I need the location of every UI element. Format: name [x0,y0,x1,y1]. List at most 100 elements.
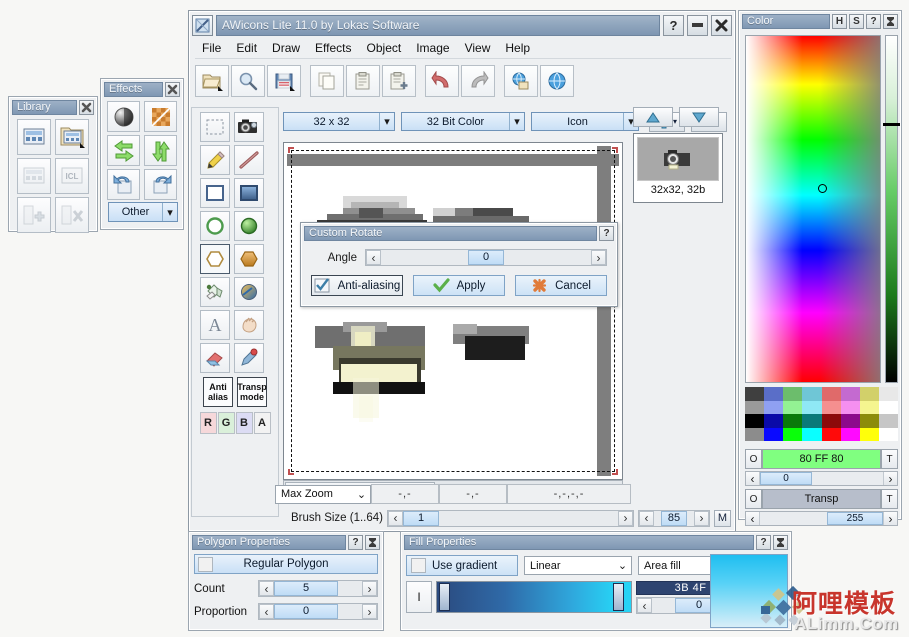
swatch[interactable] [878,427,898,441]
library-new-button[interactable] [17,158,51,194]
rectangle-filled-tool[interactable] [234,178,264,208]
opacity-decrement[interactable] [639,510,654,526]
minimize-button[interactable] [687,14,708,36]
swatch[interactable] [783,400,803,414]
count-increment[interactable] [362,581,377,596]
proportion-spinner[interactable]: 0 [258,603,378,620]
color-swatches[interactable] [745,387,898,441]
swatch[interactable] [764,387,784,401]
line-tool[interactable] [234,145,264,175]
channel-b-toggle[interactable]: B [235,412,253,434]
background-alpha-decrement[interactable] [746,512,760,525]
angle-spinner[interactable]: 0 [365,249,607,266]
library-save-button[interactable] [55,119,89,155]
color-help-button[interactable]: ? [866,14,881,29]
swatch[interactable] [859,400,879,414]
undo-button[interactable] [425,65,459,97]
gradient-bar[interactable] [436,581,632,613]
handle-br[interactable] [612,469,618,475]
foreground-color-value[interactable]: 80 FF 80 [762,449,881,469]
close-button[interactable] [711,14,732,36]
swatch[interactable] [764,400,784,414]
handle-bl[interactable] [288,469,294,475]
ellipse-filled-tool[interactable] [234,211,264,241]
effect-texture-button[interactable] [144,101,177,132]
brush-size-spinner[interactable]: 1 [387,509,634,527]
luminance-slider[interactable] [885,35,898,383]
gradient-fill-tool[interactable] [234,277,264,307]
library-open-button[interactable] [17,119,51,155]
swatch[interactable] [859,387,879,401]
background-opaque-button[interactable]: O [745,489,762,509]
opacity-spinner[interactable]: 85 [638,509,710,527]
swatch[interactable] [878,400,898,414]
menu-item-effects[interactable]: Effects [308,39,358,57]
library-add-button[interactable] [17,197,51,233]
effect-rotate-left-button[interactable] [107,169,140,200]
menu-item-image[interactable]: Image [409,39,456,57]
angle-decrement[interactable] [366,250,381,265]
channel-a-toggle[interactable]: A [253,412,271,434]
anti-aliasing-toggle[interactable]: Anti-aliasing [311,275,403,296]
icon-list[interactable]: 32x32, 32b [633,133,723,203]
library-icl-button[interactable]: ICL [55,158,89,194]
apply-button[interactable]: Apply [413,275,505,296]
brush-size-increment[interactable] [618,510,633,526]
redo-button[interactable] [461,65,495,97]
canvas-area[interactable] [283,142,623,480]
zoom-combo[interactable]: Max Zoom ⌄ [275,484,371,504]
count-decrement[interactable] [259,581,274,596]
paste-button[interactable] [346,65,380,97]
menu-item-object[interactable]: Object [360,39,409,57]
swatch[interactable] [840,400,860,414]
eraser-tool[interactable] [200,343,230,373]
effects-other-combo[interactable]: Other ▾ [108,202,178,222]
swatch[interactable] [859,414,879,428]
swatch[interactable] [802,387,822,401]
swatch[interactable] [878,387,898,401]
move-up-button[interactable] [633,107,673,127]
rectangle-outline-tool[interactable] [200,178,230,208]
swatch[interactable] [745,400,765,414]
fill-help-button[interactable]: ? [756,535,771,550]
swatch[interactable] [802,400,822,414]
foreground-alpha-decrement[interactable] [746,472,760,485]
dialog-help-button[interactable]: ? [599,226,614,241]
smudge-tool[interactable] [234,310,264,340]
swatch[interactable] [764,414,784,428]
gradient-type-combo[interactable]: Linear ⌄ [524,556,632,575]
gradient-insert-button[interactable]: I [406,581,432,613]
handle-tr[interactable] [612,147,618,153]
move-down-button[interactable] [679,107,719,127]
gradient-position-decrement[interactable] [637,598,652,613]
ellipse-outline-tool[interactable] [200,211,230,241]
color-pin-button[interactable] [883,14,898,29]
canvas[interactable] [287,146,619,476]
spectrum-cursor[interactable] [818,184,827,193]
swatch[interactable] [745,414,765,428]
fill-pin-button[interactable] [773,535,788,550]
swatch[interactable] [878,414,898,428]
opacity-increment[interactable] [694,510,709,526]
swatch[interactable] [802,427,822,441]
count-spinner[interactable]: 5 [258,580,378,597]
effect-rotate-right-button[interactable] [144,169,177,200]
angle-increment[interactable] [591,250,606,265]
swatch[interactable] [821,427,841,441]
polygon-outline-tool[interactable] [200,244,230,274]
library-close-button[interactable] [79,100,94,115]
color-spectrum[interactable] [745,35,881,383]
use-gradient-toggle[interactable]: Use gradient [406,555,518,576]
foreground-alpha-value[interactable]: 0 [760,472,812,485]
swatch[interactable] [840,427,860,441]
foreground-alpha-increment[interactable] [883,472,897,485]
web-button[interactable] [540,65,574,97]
library-delete-button[interactable] [55,197,89,233]
channel-r-toggle[interactable]: R [199,412,217,434]
swatch[interactable] [783,414,803,428]
swatch[interactable] [821,400,841,414]
gradient-stop-end[interactable] [613,583,624,611]
menu-item-draw[interactable]: Draw [265,39,307,57]
menu-item-file[interactable]: File [195,39,228,57]
background-alpha-increment[interactable] [883,512,897,525]
